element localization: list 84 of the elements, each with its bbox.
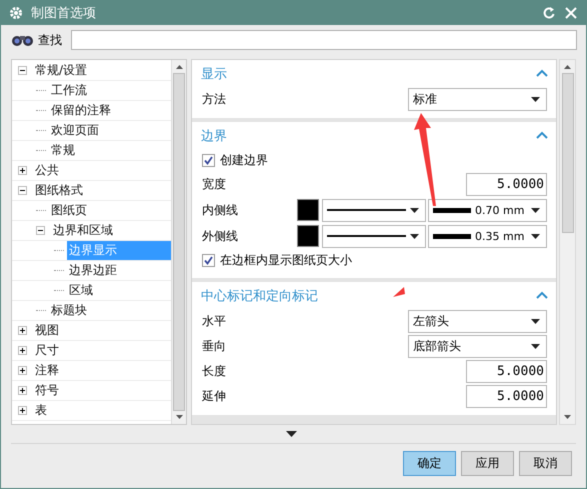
expand-toggle-icon[interactable]	[18, 386, 27, 395]
line-style-dropdown[interactable]	[322, 224, 426, 248]
section-title: 显示	[201, 66, 227, 82]
scrollbar[interactable]	[171, 60, 186, 424]
tree-item[interactable]: 欢迎页面	[49, 121, 101, 140]
dialog-button[interactable]: 应用	[461, 451, 514, 476]
expand-toggle-icon[interactable]	[18, 326, 27, 335]
collapse-chevron-icon[interactable]	[536, 69, 548, 78]
scroll-thumb[interactable]	[173, 73, 185, 411]
dropdown[interactable]: 左箭头	[408, 310, 547, 333]
tree-item[interactable]: 表	[33, 401, 49, 420]
tree-item[interactable]: 注释	[33, 361, 61, 380]
collapse-chevron-icon[interactable]	[536, 131, 548, 140]
dropdown-caret-icon	[410, 234, 419, 238]
dropdown-caret-icon	[531, 344, 540, 349]
tree-item[interactable]: 常规	[49, 141, 77, 160]
line-width-dropdown[interactable]: 0.35 mm	[428, 224, 547, 248]
tree-item[interactable]: 尺寸	[33, 341, 61, 360]
field-label: 内侧线	[202, 202, 239, 218]
number-field[interactable]: 5.0000	[466, 173, 547, 196]
dropdown[interactable]: 底部箭头	[408, 335, 547, 358]
search-label: 查找	[38, 32, 62, 48]
section-title: 中心标记和定向标记	[201, 288, 318, 304]
checkbox-label: 创建边界	[220, 152, 268, 169]
dialog-button[interactable]: 确定	[403, 451, 456, 476]
number-field[interactable]: 5.0000	[466, 385, 547, 408]
tree-item[interactable]: 公共	[33, 161, 61, 180]
dropdown-caret-icon	[531, 234, 540, 238]
section-title: 边界	[201, 128, 227, 144]
line-width-dropdown[interactable]: 0.70 mm	[428, 198, 547, 222]
gear-icon	[9, 6, 23, 20]
field-label: 宽度	[202, 176, 227, 193]
window-title: 制图首选项	[31, 5, 96, 22]
scroll-thumb[interactable]	[562, 73, 574, 233]
tree-item[interactable]: 图纸格式	[33, 181, 85, 200]
color-swatch[interactable]	[297, 225, 319, 247]
field-label: 外侧线	[202, 228, 239, 244]
tree-item[interactable]: 边界边距	[67, 261, 119, 280]
dialog-button[interactable]: 取消	[519, 451, 572, 476]
field-label: 延伸	[202, 388, 227, 405]
checked-checkbox[interactable]	[202, 254, 215, 267]
expand-toggle-icon[interactable]	[18, 166, 27, 175]
scroll-down-icon[interactable]	[563, 414, 572, 420]
close-icon[interactable]	[564, 6, 578, 20]
line-width-sample	[433, 208, 471, 212]
collapse-toggle-icon[interactable]	[36, 226, 45, 235]
scroll-up-icon[interactable]	[174, 64, 184, 70]
dropdown-caret-icon	[531, 97, 540, 102]
annotation-arrowhead	[393, 287, 405, 297]
dropdown-caret-icon	[531, 208, 540, 212]
expand-toggle-icon[interactable]	[18, 346, 27, 355]
number-field[interactable]: 5.0000	[466, 360, 547, 383]
field-label: 长度	[202, 363, 227, 380]
dropdown-caret-icon	[531, 319, 540, 324]
tree-item[interactable]: 工作流	[49, 81, 89, 100]
color-swatch[interactable]	[297, 199, 319, 221]
field-label: 垂向	[202, 338, 227, 355]
field-label: 方法	[202, 91, 227, 108]
scrollbar[interactable]	[559, 59, 576, 425]
line-style-dropdown[interactable]	[322, 198, 426, 222]
tree-item[interactable]: 标题块	[49, 301, 89, 320]
tree-item[interactable]: 图纸页	[49, 201, 89, 220]
expand-toggle-icon[interactable]	[18, 366, 27, 375]
search-field[interactable]	[71, 30, 577, 50]
tree-item[interactable]: 符号	[33, 381, 61, 400]
expand-toggle-icon[interactable]	[18, 406, 27, 415]
refresh-icon[interactable]	[542, 6, 556, 20]
tree-item[interactable]: 视图	[33, 321, 61, 340]
field-label: 水平	[202, 313, 227, 330]
dropdown-caret-icon	[410, 208, 419, 212]
line-width-sample	[433, 234, 471, 238]
collapse-chevron-icon[interactable]	[536, 291, 548, 300]
expand-more-icon[interactable]	[286, 431, 297, 437]
scroll-down-icon[interactable]	[174, 414, 184, 420]
collapse-toggle-icon[interactable]	[18, 186, 27, 195]
tree-item[interactable]: 区域	[67, 281, 95, 300]
tree-item[interactable]: 保留的注释	[49, 101, 113, 120]
tree-item[interactable]: 常规/设置	[33, 61, 90, 80]
checkbox-label: 在边框内显示图纸页大小	[220, 252, 352, 269]
checked-checkbox[interactable]	[202, 154, 215, 167]
scroll-up-icon[interactable]	[563, 64, 572, 70]
dropdown[interactable]: 标准	[408, 88, 547, 111]
collapse-toggle-icon[interactable]	[18, 66, 27, 75]
tree-item[interactable]: 边界和区域	[51, 221, 115, 240]
